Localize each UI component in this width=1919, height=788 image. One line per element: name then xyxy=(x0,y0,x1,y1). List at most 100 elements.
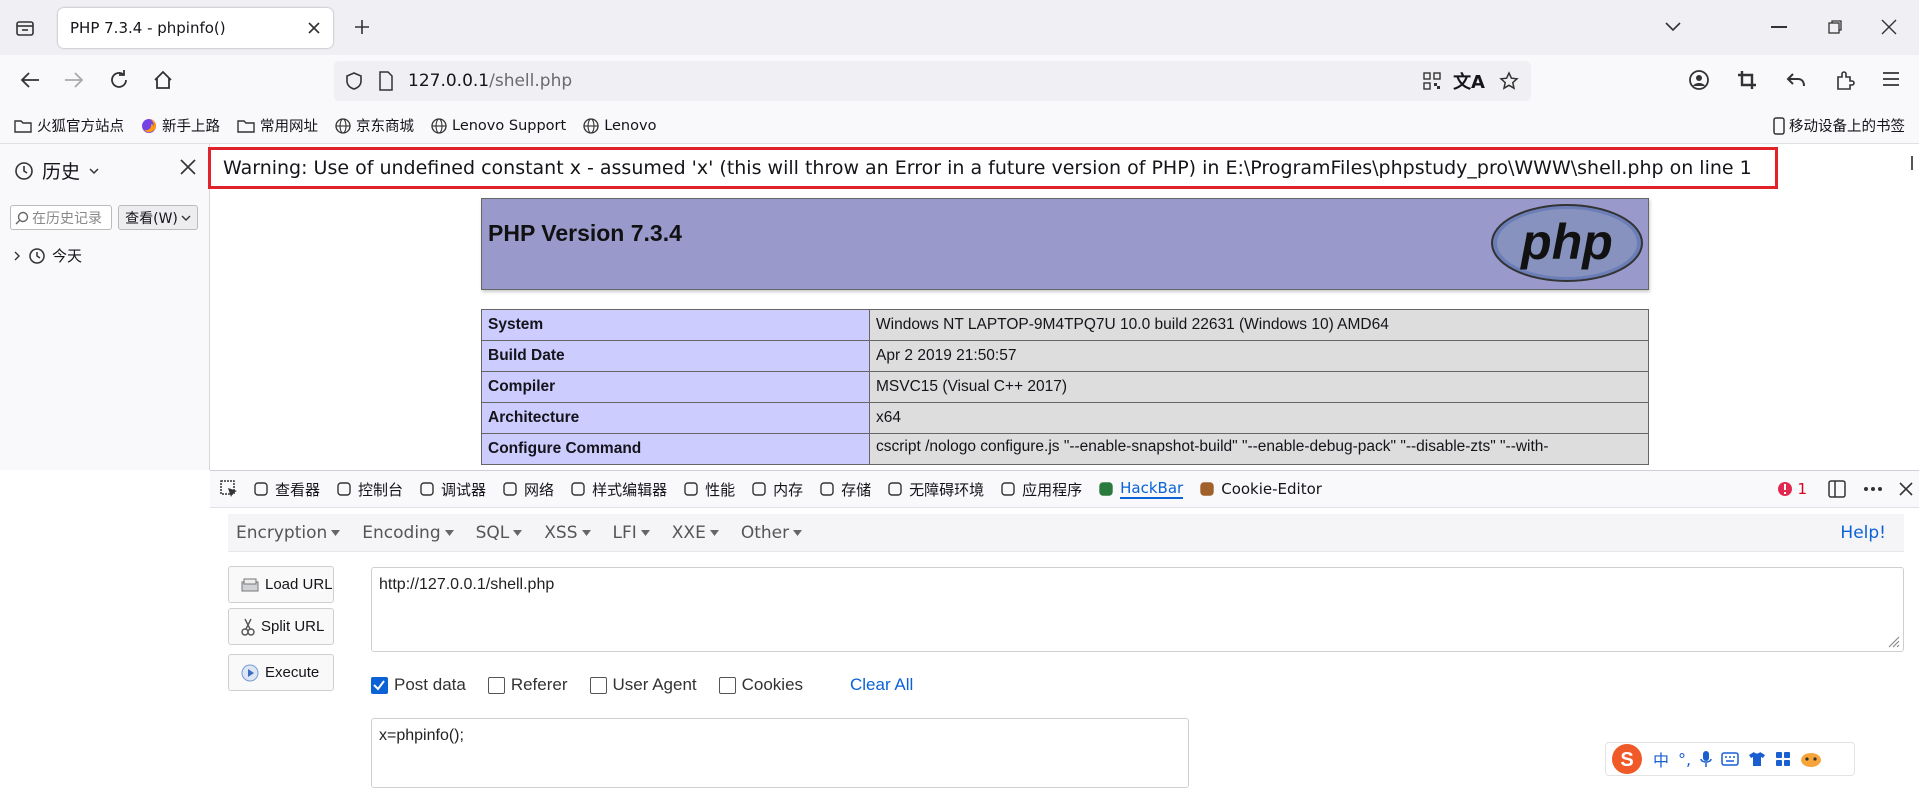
page-scrollbar[interactable] xyxy=(1911,156,1913,170)
devtools-tab[interactable]: HackBar xyxy=(1098,479,1184,500)
search-icon xyxy=(15,211,29,225)
folder-icon xyxy=(237,118,255,134)
undo-icon[interactable] xyxy=(1785,69,1807,91)
devtools-tab[interactable]: 查看器 xyxy=(253,479,320,500)
dock-side-icon[interactable] xyxy=(1827,479,1847,499)
devtools-tab[interactable]: 调试器 xyxy=(419,479,486,500)
microphone-icon[interactable] xyxy=(1700,750,1712,768)
menu-hamburger-icon[interactable] xyxy=(1882,71,1900,87)
split-url-label: Split URL xyxy=(261,618,325,635)
hackbar-menu-item[interactable]: XXE xyxy=(672,523,719,543)
devtools-tab[interactable]: 应用程序 xyxy=(1000,479,1082,500)
option-label: Post data xyxy=(394,675,466,694)
url-bar[interactable]: 127.0.0.1/shell.php 文A xyxy=(334,61,1531,101)
more-options-icon[interactable] xyxy=(1863,486,1883,492)
devtools-tab[interactable]: 网络 xyxy=(502,479,554,500)
ime-lang[interactable]: 中 xyxy=(1653,747,1669,771)
devtools-tab[interactable]: 样式编辑器 xyxy=(570,479,667,500)
reload-icon[interactable] xyxy=(108,69,130,91)
option-checkbox[interactable]: Referer xyxy=(487,675,568,695)
bookmark-item[interactable]: 京东商城 xyxy=(335,115,414,136)
bookmark-item[interactable]: 火狐官方站点 xyxy=(14,115,124,136)
element-picker-icon[interactable] xyxy=(219,479,239,499)
hackbar-menu-item[interactable]: SQL xyxy=(476,523,523,543)
crop-icon[interactable] xyxy=(1736,69,1758,91)
new-tab-icon[interactable] xyxy=(351,16,373,38)
home-icon[interactable] xyxy=(152,69,174,91)
minimize-icon[interactable] xyxy=(1771,26,1787,28)
option-checkbox[interactable]: Cookies xyxy=(718,675,803,695)
page-icon[interactable] xyxy=(378,71,394,91)
url-textarea[interactable]: http://127.0.0.1/shell.php xyxy=(371,567,1904,652)
history-group-today[interactable]: 今天 xyxy=(12,245,82,266)
checkbox-checked-icon[interactable] xyxy=(371,676,388,694)
bookmark-item[interactable]: Lenovo xyxy=(583,115,656,136)
ime-punct[interactable]: °, xyxy=(1678,750,1691,769)
shield-icon[interactable] xyxy=(344,71,364,91)
load-url-button[interactable]: Load URL xyxy=(228,566,334,603)
devtools-tab[interactable]: 内存 xyxy=(751,479,803,500)
devtools-tab[interactable]: 性能 xyxy=(683,479,735,500)
bookmark-item[interactable]: 常用网址 xyxy=(237,115,318,136)
tab-overview-icon[interactable] xyxy=(14,17,36,39)
devtools-tab-label: Cookie-Editor xyxy=(1221,480,1322,498)
post-data-textarea[interactable]: x=phpinfo(); xyxy=(371,718,1189,788)
close-devtools-icon[interactable] xyxy=(1899,482,1913,496)
close-window-icon[interactable] xyxy=(1881,19,1897,35)
account-icon[interactable] xyxy=(1688,69,1710,91)
bookmark-item[interactable]: 新手上路 xyxy=(141,115,220,136)
devtools-tab[interactable]: 无障碍环境 xyxy=(887,479,984,500)
checkbox-icon[interactable] xyxy=(487,676,505,694)
hackbar-menu-item[interactable]: Encryption xyxy=(236,523,341,543)
hackbar-menu-item[interactable]: XSS xyxy=(544,523,591,543)
mascot-icon[interactable] xyxy=(1800,750,1822,768)
tab-list-chevron-icon[interactable] xyxy=(1664,19,1682,33)
help-link[interactable]: Help! xyxy=(1840,523,1886,543)
checkbox-icon[interactable] xyxy=(718,676,736,694)
mobile-device-icon xyxy=(1773,116,1785,135)
resize-grip-icon[interactable] xyxy=(1888,636,1900,648)
active-tab[interactable]: PHP 7.3.4 - phpinfo() xyxy=(58,8,333,48)
bookmark-label: Lenovo xyxy=(604,117,657,134)
php-info-row: Configure Command cscript /nologo configu… xyxy=(481,433,1649,465)
view-menu-button[interactable]: 查看(W) xyxy=(118,205,198,230)
hackbar-icon xyxy=(1098,481,1114,497)
hackbar-menu-label: SQL xyxy=(475,522,510,543)
devtools-tab-label: 内存 xyxy=(773,480,804,499)
sidebar-header[interactable]: 历史 xyxy=(14,157,100,184)
checkbox-icon[interactable] xyxy=(589,676,607,694)
bookmarks-bar: 火狐官方站点 新手上路 常用网址 京东商城 Lenovo Support Lenovo 移… xyxy=(0,108,1919,144)
devtools-tab[interactable]: Cookie-Editor xyxy=(1199,479,1322,500)
restore-icon[interactable] xyxy=(1827,19,1843,35)
error-count-badge[interactable]: 1 xyxy=(1777,480,1807,498)
extensions-icon[interactable] xyxy=(1834,69,1856,91)
close-tab-icon[interactable] xyxy=(307,21,321,35)
qr-code-icon[interactable] xyxy=(1423,72,1441,90)
hackbar-menu-item[interactable]: LFI xyxy=(613,523,650,543)
execute-button[interactable]: Execute xyxy=(228,654,334,691)
bookmark-item[interactable]: Lenovo Support xyxy=(431,115,566,136)
history-search-input[interactable]: 在历史记录 xyxy=(10,205,112,230)
toolbox-grid-icon[interactable] xyxy=(1775,751,1791,767)
devtools-toolbar: 查看器 控制台 调试器 网络 样式编辑器 性能 内存 存储 无障碍环境 应用程序 HackBar Co… xyxy=(210,470,1919,508)
back-arrow-icon[interactable] xyxy=(19,70,41,90)
forward-arrow-icon[interactable] xyxy=(63,70,85,90)
translate-icon[interactable]: 文A xyxy=(1453,68,1485,94)
option-checkbox[interactable]: Post data xyxy=(371,675,466,695)
hackbar-menu-item[interactable]: Other xyxy=(741,523,803,543)
url-text[interactable]: 127.0.0.1/shell.php xyxy=(408,71,572,91)
keyboard-icon[interactable] xyxy=(1721,752,1739,766)
devtools-tab[interactable]: 存储 xyxy=(819,479,871,500)
close-sidebar-icon[interactable] xyxy=(180,159,196,175)
bookmark-star-icon[interactable] xyxy=(1499,71,1519,91)
option-checkbox[interactable]: User Agent xyxy=(589,675,697,695)
split-url-button[interactable]: Split URL xyxy=(228,608,334,645)
devtools-tab-label: 性能 xyxy=(705,480,736,499)
clear-all-link[interactable]: Clear All xyxy=(850,675,913,695)
devtools-tab[interactable]: 控制台 xyxy=(336,479,403,500)
bookmark-list: 火狐官方站点 新手上路 常用网址 京东商城 Lenovo Support Lenovo xyxy=(0,115,673,136)
skin-shirt-icon[interactable] xyxy=(1748,751,1766,767)
mobile-bookmarks[interactable]: 移动设备上的书签 xyxy=(1773,115,1905,136)
hackbar-menu-item[interactable]: Encoding xyxy=(362,523,454,543)
ime-toolbar[interactable]: S 中 °, xyxy=(1605,742,1855,776)
